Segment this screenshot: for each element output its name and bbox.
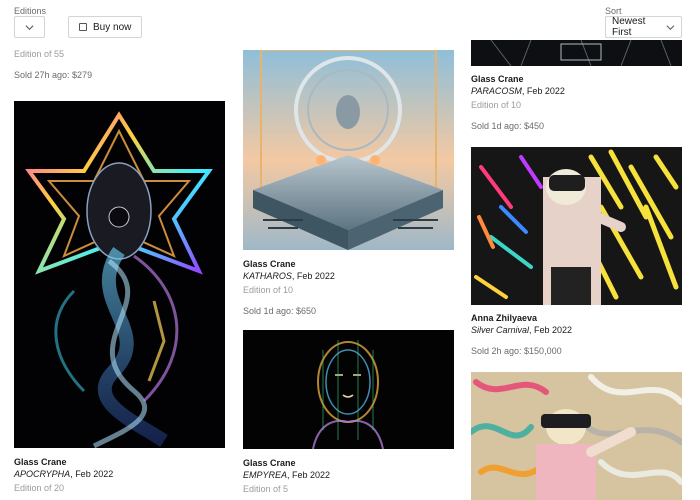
sort-select[interactable]: Newest First xyxy=(605,16,682,38)
card-title-line: EMPYREA, Feb 2022 xyxy=(243,469,454,481)
card-artist[interactable]: Glass Crane xyxy=(471,73,682,85)
card-title: KATHAROS xyxy=(243,271,292,282)
card-sold: Sold 1d ago: $650 xyxy=(243,306,317,317)
artwork-paracosm-image[interactable] xyxy=(471,40,682,66)
buy-now-toggle[interactable]: Buy now xyxy=(68,16,143,38)
card-title-line: PARACOSM, Feb 2022 xyxy=(471,85,682,97)
card-artist[interactable]: Glass Crane xyxy=(243,258,454,270)
card-title-fragment: ... xyxy=(14,40,22,46)
card-paracosm[interactable]: Glass Crane PARACOSM, Feb 2022 Edition o… xyxy=(471,73,682,133)
artwork-apocrypha-image[interactable] xyxy=(14,101,225,448)
sort-label: Sort xyxy=(605,6,622,16)
card-edition: Edition of 55 xyxy=(14,49,65,59)
chevron-down-icon xyxy=(666,24,675,30)
card-date: , Feb 2022 xyxy=(291,271,335,282)
buy-now-checkbox[interactable] xyxy=(79,23,87,31)
artwork-katharos-image[interactable] xyxy=(243,50,454,250)
card-sold: Sold 27h ago: $279 xyxy=(14,70,93,81)
editions-select[interactable] xyxy=(14,16,45,38)
card-date: , Feb 2022 xyxy=(521,86,565,97)
artwork-empyrea-image[interactable] xyxy=(243,330,454,449)
card-top-partial[interactable]: ... Edition of 55 Sold 27h ago: $279 xyxy=(14,40,224,81)
card-title: EMPYREA xyxy=(243,470,288,481)
card-title-line: KATHAROS, Feb 2022 xyxy=(243,270,454,282)
card-date: , Feb 2022 xyxy=(70,469,114,480)
card-sold: Sold 1d ago: $450 xyxy=(471,121,545,132)
card-edition: Edition of 20 xyxy=(14,483,65,494)
card-artist[interactable]: Glass Crane xyxy=(243,457,454,469)
card-apocrypha[interactable]: Glass Crane APOCRYPHA, Feb 2022 Edition … xyxy=(14,456,225,494)
card-title-line: Silver Carnival, Feb 2022 xyxy=(471,324,682,336)
card-katharos[interactable]: Glass Crane KATHAROS, Feb 2022 Edition o… xyxy=(243,258,454,318)
card-title-line: APOCRYPHA, Feb 2022 xyxy=(14,468,225,480)
artwork-feed: ... Edition of 55 Sold 27h ago: $279 Gla… xyxy=(0,40,700,500)
buy-now-label: Buy now xyxy=(93,21,132,33)
chevron-down-icon xyxy=(25,24,34,30)
artwork-next-image[interactable] xyxy=(471,372,682,500)
card-date: , Feb 2022 xyxy=(287,470,331,481)
card-edition: Edition of 10 xyxy=(243,285,294,296)
card-title: PARACOSM xyxy=(471,86,522,97)
editions-label: Editions xyxy=(14,6,47,16)
card-edition: Edition of 5 xyxy=(243,484,289,495)
artwork-silver-carnival-image[interactable] xyxy=(471,147,682,305)
card-artist[interactable]: Glass Crane xyxy=(14,456,225,468)
card-title: APOCRYPHA xyxy=(14,469,71,480)
sort-value: Newest First xyxy=(612,16,646,38)
card-edition: Edition of 10 xyxy=(471,100,522,111)
card-title: Silver Carnival xyxy=(471,325,530,336)
card-date: , Feb 2022 xyxy=(529,325,573,336)
card-silver-carnival[interactable]: Anna Zhilyaeva Silver Carnival, Feb 2022… xyxy=(471,312,682,357)
card-artist[interactable]: Anna Zhilyaeva xyxy=(471,312,682,324)
card-sold: Sold 2h ago: $150,000 xyxy=(471,346,562,357)
card-empyrea[interactable]: Glass Crane EMPYREA, Feb 2022 Edition of… xyxy=(243,457,454,495)
